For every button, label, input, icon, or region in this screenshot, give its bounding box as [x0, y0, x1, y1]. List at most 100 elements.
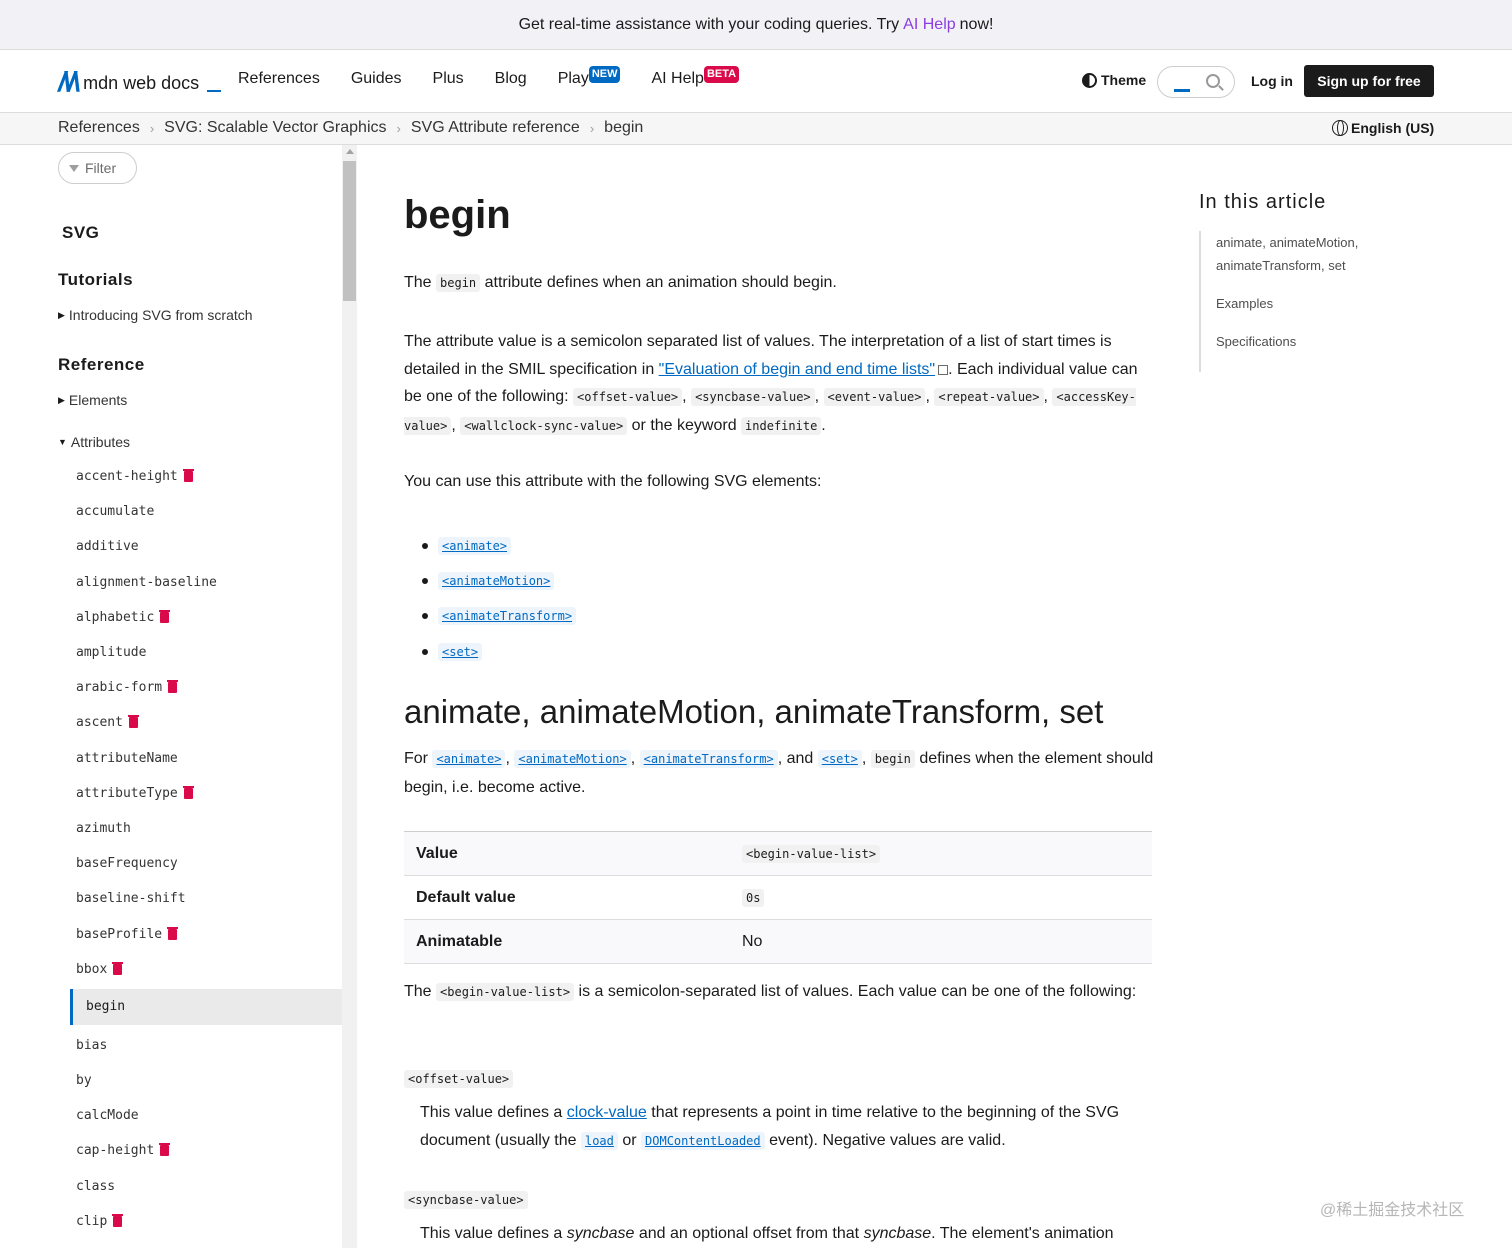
- scroll-up-icon[interactable]: [346, 149, 354, 154]
- sidebar-heading-svg[interactable]: SVG: [62, 223, 99, 243]
- sidebar-item-baseprofile[interactable]: baseProfile: [0, 916, 342, 951]
- sidebar-item-alphabetic[interactable]: alphabetic: [0, 600, 342, 635]
- toc-item[interactable]: Examples: [1216, 292, 1429, 315]
- table-cell: No: [742, 932, 763, 950]
- site-header: /\/\ mdn web docs References Guides Plus…: [0, 50, 1512, 113]
- ai-help-banner-link[interactable]: AI Help: [903, 16, 955, 34]
- deprecated-trash-icon: [112, 1213, 124, 1227]
- breadcrumb-item[interactable]: begin: [604, 119, 643, 137]
- element-link-animate[interactable]: <animate>: [438, 536, 512, 555]
- sidebar-item-bias[interactable]: bias: [0, 1028, 342, 1063]
- sidebar-item-ascent[interactable]: ascent: [0, 705, 342, 740]
- sidebar-item-label: cap-height: [76, 1143, 155, 1159]
- list-item: <animateMotion>: [422, 563, 576, 598]
- toc-item[interactable]: Specifications: [1216, 330, 1429, 353]
- sidebar-item-azimuth[interactable]: azimuth: [0, 811, 342, 846]
- table-row: Value <begin-value-list>: [404, 832, 1152, 876]
- sidebar-item-attributetype[interactable]: attributeType: [0, 776, 342, 811]
- sidebar-item-calcmode[interactable]: calcMode: [0, 1098, 342, 1133]
- smil-spec-link[interactable]: "Evaluation of begin and end time lists": [659, 361, 935, 378]
- sidebar-item-attributes[interactable]: ▼ Attributes: [58, 434, 130, 450]
- mdn-logo[interactable]: /\/\ mdn web docs: [58, 68, 222, 96]
- scroll-thumb[interactable]: [343, 161, 356, 301]
- element-link-animatetransform[interactable]: <animateTransform>: [438, 607, 577, 626]
- element-link-set[interactable]: <set>: [438, 642, 483, 661]
- promo-banner: Get real-time assistance with your codin…: [0, 0, 1512, 50]
- deprecated-trash-icon: [127, 715, 139, 729]
- sidebar-scrollbar[interactable]: [342, 145, 357, 1248]
- signup-button[interactable]: Sign up for free: [1304, 65, 1434, 97]
- sidebar-item-baseline-shift[interactable]: baseline-shift: [0, 881, 342, 916]
- sidebar-item-begin[interactable]: begin: [70, 988, 342, 1025]
- element-link-set[interactable]: <set>: [817, 750, 862, 768]
- breadcrumb-item[interactable]: References: [58, 119, 140, 137]
- sidebar-item-attributename[interactable]: attributeName: [0, 741, 342, 776]
- sidebar-item-cap-height[interactable]: cap-height: [0, 1133, 342, 1168]
- sidebar-item-label: bbox: [76, 961, 108, 977]
- element-link-animatemotion[interactable]: <animateMotion>: [514, 750, 631, 768]
- toc-list: animate, animateMotion, animateTransform…: [1199, 231, 1429, 372]
- nav-ai-help[interactable]: AI Help BETA: [651, 66, 740, 89]
- inline-code: indefinite: [741, 416, 822, 435]
- globe-icon: [1332, 120, 1348, 136]
- nav-blog[interactable]: Blog: [495, 70, 527, 89]
- breadcrumb-bar: References › SVG: Scalable Vector Graphi…: [0, 113, 1512, 145]
- login-link[interactable]: Log in: [1251, 73, 1293, 89]
- inline-code: <offset-value>: [573, 388, 683, 406]
- search-icon[interactable]: [1206, 74, 1220, 88]
- sidebar-item-arabic-form[interactable]: arabic-form: [0, 670, 342, 705]
- table-row: Default value 0s: [404, 876, 1152, 920]
- sidebar-item-bbox[interactable]: bbox: [0, 952, 342, 987]
- search-cursor: [1174, 89, 1190, 92]
- nav-plus[interactable]: Plus: [433, 70, 464, 89]
- search-input[interactable]: [1157, 66, 1235, 98]
- toc-item[interactable]: animate, animateMotion, animateTransform…: [1216, 231, 1429, 277]
- sidebar-heading-tutorials: Tutorials: [58, 270, 134, 289]
- toc-title: In this article: [1199, 191, 1327, 213]
- filter-input[interactable]: Filter: [58, 152, 137, 184]
- inline-code: <wallclock-sync-value>: [460, 416, 628, 435]
- sidebar-item-amplitude[interactable]: amplitude: [0, 635, 342, 670]
- language-switcher[interactable]: English (US): [1332, 120, 1434, 136]
- element-link-animate[interactable]: <animate>: [432, 750, 506, 768]
- element-link-animatemotion[interactable]: <animateMotion>: [438, 571, 555, 590]
- clock-value-link[interactable]: clock-value: [567, 1104, 647, 1121]
- load-link[interactable]: load: [580, 1131, 618, 1150]
- breadcrumb-item[interactable]: SVG Attribute reference: [411, 119, 580, 137]
- domcontentloaded-link[interactable]: DOMContentLoaded: [641, 1131, 765, 1150]
- deprecated-trash-icon: [159, 1143, 171, 1157]
- sidebar-item-elements[interactable]: ▶ Elements: [58, 392, 127, 408]
- sidebar-item-class[interactable]: class: [0, 1169, 342, 1204]
- bullet-icon: [422, 542, 428, 549]
- breadcrumb-item[interactable]: SVG: Scalable Vector Graphics: [164, 119, 386, 137]
- sidebar-item-label: baseFrequency: [76, 856, 178, 872]
- sidebar-item-accent-height[interactable]: accent-height: [0, 459, 342, 494]
- sidebar-item-introducing-svg[interactable]: ▶ Introducing SVG from scratch: [58, 307, 253, 323]
- nav-play[interactable]: Play NEW: [558, 66, 621, 89]
- sidebar-item-label: begin: [86, 999, 126, 1015]
- sidebar-item-label: alphabetic: [76, 609, 155, 625]
- sidebar-item-basefrequency[interactable]: baseFrequency: [0, 846, 342, 881]
- bullet-icon: [422, 648, 428, 655]
- nav-guides[interactable]: Guides: [351, 70, 402, 89]
- sidebar-item-alignment-baseline[interactable]: alignment-baseline: [0, 565, 342, 600]
- chevron-right-icon: ›: [149, 120, 155, 136]
- element-link-animatetransform[interactable]: <animateTransform>: [639, 750, 778, 768]
- properties-table: Value <begin-value-list> Default value 0…: [404, 831, 1152, 964]
- sidebar-item-additive[interactable]: additive: [0, 529, 342, 564]
- table-header-cell: Default value: [416, 888, 516, 906]
- banner-text: Get real-time assistance with your codin…: [518, 15, 900, 33]
- deprecated-trash-icon: [182, 785, 194, 799]
- sidebar: Filter SVG Tutorials ▶ Introducing SVG f…: [0, 145, 342, 1248]
- sidebar-item-by[interactable]: by: [0, 1063, 342, 1098]
- table-cell: 0s: [730, 888, 1152, 907]
- table-row: Animatable No: [404, 920, 1152, 964]
- nav-references[interactable]: References: [238, 70, 320, 89]
- sidebar-item-accumulate[interactable]: accumulate: [0, 494, 342, 529]
- sidebar-item-label: accent-height: [76, 469, 178, 485]
- sidebar-item-clip[interactable]: clip: [0, 1204, 342, 1239]
- list-item: <set>: [422, 634, 576, 669]
- logo-text: mdn web docs: [83, 73, 200, 93]
- theme-button[interactable]: Theme: [1082, 72, 1146, 88]
- inline-code: <event-value>: [823, 388, 926, 406]
